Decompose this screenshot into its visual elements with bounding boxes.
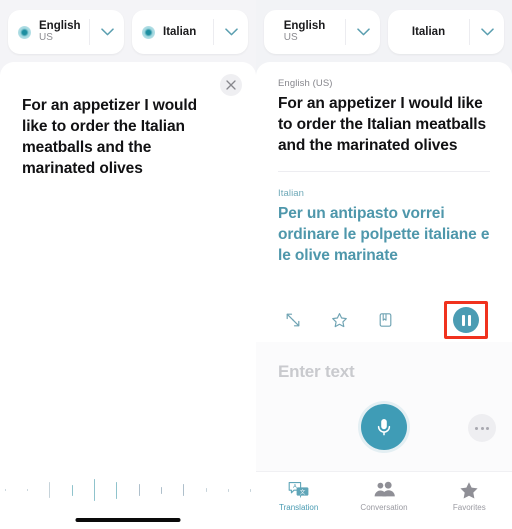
chevron-down-icon[interactable] — [470, 28, 504, 36]
target-result-text: Per un antipasto vorrei ordinare le polp… — [278, 204, 490, 264]
source-language-chip-right[interactable]: English US — [264, 10, 380, 54]
pause-icon[interactable] — [453, 307, 479, 333]
result-action-bar — [256, 300, 512, 340]
source-language-name-left: English — [39, 20, 81, 33]
audio-waveform — [0, 466, 256, 514]
source-result-text: For an appetizer I would like to order t… — [278, 95, 487, 154]
source-language-main-right[interactable]: English US — [264, 20, 345, 44]
recording-dot-icon — [142, 25, 155, 39]
target-language-main-right[interactable]: Italian — [388, 26, 469, 38]
more-ellipsis-icon[interactable] — [468, 414, 496, 442]
conversation-icon — [372, 480, 396, 500]
star-filled-icon — [459, 480, 479, 500]
tab-conversation[interactable]: Conversation — [341, 480, 426, 512]
target-result-block: Italian Per un antipasto vorrei ordinare… — [256, 172, 512, 267]
source-result-block: English (US) For an appetizer I would li… — [256, 62, 512, 157]
tab-conversation-label: Conversation — [360, 503, 408, 512]
source-language-region-left: US — [39, 32, 53, 44]
target-language-chip-right[interactable]: Italian — [388, 10, 504, 54]
target-language-name-right: Italian — [411, 25, 446, 38]
star-outline-icon[interactable] — [326, 307, 352, 333]
target-language-name-left: Italian — [163, 25, 197, 38]
source-language-main-left[interactable]: English US — [8, 20, 89, 44]
ellipsis-dot — [475, 426, 478, 430]
source-language-texts-right: English US — [284, 20, 326, 44]
translation-icon: A 文 — [288, 480, 310, 500]
listening-transcript-text: For an appetizer I would like to order t… — [22, 97, 198, 177]
play-pause-wrapper — [444, 301, 488, 339]
home-indicator — [75, 518, 181, 522]
chevron-down-icon[interactable] — [90, 28, 124, 36]
language-selector-bar-left: English US Italian — [0, 0, 256, 54]
expand-arrows-icon[interactable] — [280, 307, 306, 333]
listening-card: For an appetizer I would like to order t… — [0, 62, 256, 529]
tab-favorites-label: Favorites — [452, 503, 486, 512]
svg-text:A: A — [293, 484, 297, 490]
right-panel-result-view: English US Italian English (US) For an a… — [256, 0, 512, 529]
target-language-main-left[interactable]: Italian — [132, 25, 213, 39]
app-screenshot: English US Italian For an appetizer I wo… — [0, 0, 512, 529]
source-language-name-right: English — [283, 20, 326, 33]
svg-text:文: 文 — [299, 487, 305, 495]
left-panel-listening-view: English US Italian For an appetizer I wo… — [0, 0, 256, 529]
chevron-down-icon[interactable] — [214, 28, 248, 36]
recording-dot-icon — [18, 25, 31, 39]
pause-bar — [467, 314, 471, 326]
target-language-texts-right: Italian — [412, 26, 445, 38]
bottom-tab-bar: A 文 Translation Conversation Favorites — [256, 471, 512, 529]
chevron-down-icon[interactable] — [346, 28, 380, 36]
close-icon[interactable] — [220, 74, 242, 96]
microphone-icon[interactable] — [361, 404, 407, 450]
pause-bar — [461, 314, 465, 326]
tab-favorites[interactable]: Favorites — [427, 480, 512, 512]
source-language-texts-left: English US — [39, 20, 81, 44]
target-language-chip-left[interactable]: Italian — [132, 10, 248, 54]
tab-translation[interactable]: A 文 Translation — [256, 480, 341, 512]
ellipsis-dot — [486, 426, 489, 430]
source-language-chip-left[interactable]: English US — [8, 10, 124, 54]
source-result-label: English (US) — [278, 78, 333, 89]
language-selector-bar-right: English US Italian — [256, 0, 512, 54]
text-input-area[interactable]: Enter text — [256, 342, 512, 471]
target-result-label: Italian — [278, 187, 305, 199]
waveform-bars — [0, 466, 256, 514]
book-icon[interactable] — [372, 307, 398, 333]
source-language-region-right: US — [283, 32, 298, 44]
ellipsis-dot — [480, 426, 484, 430]
target-language-texts-left: Italian — [163, 26, 196, 38]
enter-text-placeholder[interactable]: Enter text — [278, 362, 355, 382]
tab-translation-label: Translation — [279, 503, 319, 512]
